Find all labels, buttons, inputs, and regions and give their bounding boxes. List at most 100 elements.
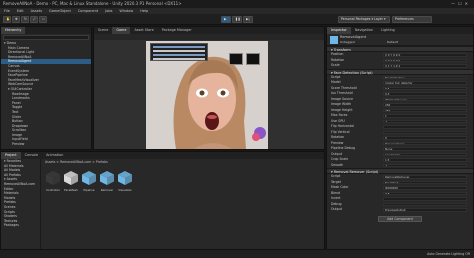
property-row: Smooth ✔ xyxy=(327,163,473,169)
property-value-field[interactable] xyxy=(383,125,467,129)
menu-item-component[interactable]: Component xyxy=(78,9,98,13)
status-bar: Auto Generate Lighting Off xyxy=(0,250,474,258)
window-controls[interactable]: —☐✕ xyxy=(451,0,471,8)
property-value-field[interactable]: 0 xyxy=(383,136,467,140)
property-value-field[interactable]: None xyxy=(383,147,467,151)
project-asset-grid: Controller FaceMesh Pipeline Remover Visuali… xyxy=(45,166,325,246)
property-value-field[interactable]: 0.5 xyxy=(383,86,467,90)
hierarchy-tabstrip: Hierarchy xyxy=(1,27,91,34)
tab-console[interactable]: Console xyxy=(21,152,42,159)
thumbnail-1 xyxy=(229,53,243,65)
menu-item-jobs[interactable]: Jobs xyxy=(105,9,112,13)
tab-navigation[interactable]: Navigation xyxy=(351,27,377,34)
status-text: Auto Generate Lighting Off xyxy=(427,252,470,256)
tab-animation[interactable]: Animation xyxy=(42,152,67,159)
scene-tabstrip: Scene Game Asset Store Package Manager xyxy=(94,27,324,34)
project-folder-item[interactable]: Packages xyxy=(1,223,40,228)
step-button[interactable]: ▶| xyxy=(243,16,253,23)
inspector-header: RemovalAgent Untagged Default xyxy=(327,34,473,46)
property-label: Output xyxy=(331,207,343,211)
rotate-tool-button[interactable]: ↻ xyxy=(21,16,29,23)
tab-asset-store[interactable]: Asset Store xyxy=(130,27,157,34)
game-view-toolbar xyxy=(94,34,324,40)
property-value-field[interactable]: Landmarks xyxy=(383,152,467,156)
menu-item-help[interactable]: Help xyxy=(140,9,148,13)
property-value-field[interactable]: X 1 Y 1 Z 1 xyxy=(383,64,467,68)
hierarchy-list: ▾ Demo Main Camera Directional Light Remove… xyxy=(1,41,91,147)
prefab-asset-label: Visualizer xyxy=(118,188,132,192)
property-value-field[interactable]: 256 xyxy=(383,103,467,107)
menu-item-gameobject[interactable]: GameObject xyxy=(49,9,71,13)
object-name-field[interactable]: RemovalAgent xyxy=(340,35,366,39)
property-value-field[interactable]: RemovalRemover xyxy=(383,175,467,179)
debug-overlay-panel xyxy=(150,43,208,61)
property-value-field[interactable]: FaceMesh xyxy=(383,180,467,184)
game-view-panel: Scene Game Asset Store Package Manager xyxy=(93,26,325,150)
property-value-field[interactable] xyxy=(383,197,467,201)
property-label: Scale xyxy=(331,63,340,67)
property-value-field[interactable]: X 0 Y 0 Z 0 xyxy=(383,53,467,57)
prefab-asset-icon[interactable] xyxy=(81,170,97,186)
property-value-field[interactable] xyxy=(383,202,467,206)
property-value-field[interactable]: 256 xyxy=(383,108,467,112)
thumbnail-2 xyxy=(246,53,260,65)
tag-dropdown[interactable]: Untagged xyxy=(340,40,355,44)
tab-project[interactable]: Project xyxy=(1,152,21,159)
scale-tool-button[interactable]: ⤢ xyxy=(30,16,38,23)
property-value-field[interactable]: PreviewOutput xyxy=(383,208,467,212)
menu-item-assets[interactable]: Assets xyxy=(31,9,42,13)
property-value-field[interactable]: WebCamSource xyxy=(383,97,467,101)
property-value-field[interactable]: #000000 xyxy=(383,186,467,190)
inspector-panel: Inspector Navigation Lighting RemovalAgent… xyxy=(326,26,474,250)
add-component-button[interactable]: Add Component xyxy=(378,215,422,222)
layer-dropdown[interactable]: Default xyxy=(387,40,398,44)
property-value-field[interactable]: PreviewImage xyxy=(383,141,467,145)
tab-hierarchy[interactable]: Hierarchy xyxy=(1,27,26,34)
gameobject-icon xyxy=(330,36,338,44)
tab-lighting[interactable]: Lighting xyxy=(377,27,399,34)
inspector-tabstrip: Inspector Navigation Lighting xyxy=(327,27,473,34)
property-value-field[interactable]: 0.3 xyxy=(383,92,467,96)
play-button[interactable]: ▶ xyxy=(221,16,231,23)
property-value-field[interactable]: ✔ xyxy=(383,119,467,123)
property-value-field[interactable]: 1.5 xyxy=(383,158,467,162)
property-value-field[interactable]: ✔ xyxy=(383,163,467,167)
property-row: Output PreviewOutput xyxy=(327,207,473,213)
window-title: RemoveAllNoA - Demo - PC, Mac & Linux St… xyxy=(3,1,182,6)
menu-item-file[interactable]: File xyxy=(4,9,10,13)
property-value-field[interactable]: 1 xyxy=(383,114,467,118)
rect-tool-button[interactable]: ▭ xyxy=(39,16,47,23)
layout-dropdown[interactable]: Preferences xyxy=(392,16,432,23)
prefab-asset-icon[interactable] xyxy=(63,170,79,186)
property-value-field[interactable]: 0.8 xyxy=(383,191,467,195)
hierarchy-panel: Hierarchy ▾ Demo Main Camera Directional L… xyxy=(0,26,92,150)
tab-inspector[interactable]: Inspector xyxy=(327,27,351,34)
tab-package-manager[interactable]: Package Manager xyxy=(158,27,196,34)
prefab-asset-icon[interactable] xyxy=(99,170,115,186)
tab-game[interactable]: Game xyxy=(112,27,131,34)
property-value-field[interactable]: FaceDetection xyxy=(383,75,467,79)
project-panel: Project Console Animation ▾ Favorites All M… xyxy=(0,151,325,250)
project-folder-item[interactable]: RemoveAllNoA.com xyxy=(1,182,40,187)
main-toolbar: ✋ ✥ ↻ ⤢ ▭ ▶ ❚❚ ▶| Personal Packages ▾ La… xyxy=(0,14,474,25)
move-tool-button[interactable]: ✥ xyxy=(12,16,20,23)
inspector-components: ▾ Transform Position X 0 Y 0 Z 0 Rotation X … xyxy=(327,46,473,213)
property-label: Smooth xyxy=(331,162,344,167)
pause-button[interactable]: ❚❚ xyxy=(232,16,242,23)
property-value-field[interactable] xyxy=(383,130,467,134)
window-titlebar: RemoveAllNoA - Demo - PC, Mac & Linux St… xyxy=(0,0,474,8)
layers-dropdown[interactable]: Personal Packages ▾ Layer ▾ xyxy=(338,16,390,23)
property-row: Scale X 1 Y 1 Z 1 xyxy=(327,63,473,69)
hierarchy-search-input[interactable] xyxy=(3,35,89,40)
property-value-field[interactable]: model_full_detector xyxy=(383,81,467,85)
prefab-asset-icon[interactable] xyxy=(45,170,61,186)
project-folder-tree: ▾ Favorites All Materials All Models All Pr… xyxy=(1,159,41,249)
hand-tool-button[interactable]: ✋ xyxy=(3,16,11,23)
menu-item-edit[interactable]: Edit xyxy=(17,9,24,13)
menu-item-window[interactable]: Window xyxy=(119,9,133,13)
prefab-asset-icon[interactable] xyxy=(117,170,133,186)
property-value-field[interactable]: X 0 Y 0 Z 0 xyxy=(383,58,467,62)
project-breadcrumb: Assets > RemoveAllNoA.com > Prefabs xyxy=(45,160,108,164)
tab-scene[interactable]: Scene xyxy=(94,27,112,34)
hierarchy-item[interactable]: Preview xyxy=(1,142,91,147)
